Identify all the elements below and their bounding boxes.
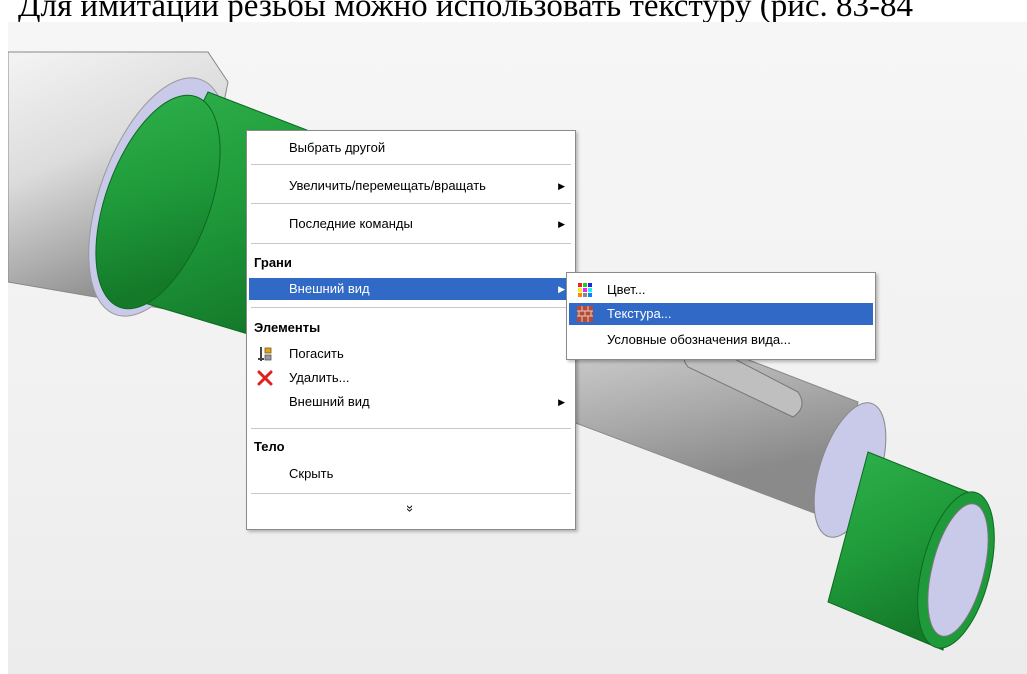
menu-separator xyxy=(251,493,571,494)
section-header-faces: Грани xyxy=(254,255,292,270)
submenu-arrow-icon: ▶ xyxy=(558,181,565,191)
menu-item-hide[interactable]: Скрыть xyxy=(249,463,573,485)
menu-item-zoom-pan-rotate[interactable]: Увеличить/перемещать/вращать ▶ xyxy=(249,175,573,197)
menu-separator xyxy=(251,243,571,244)
appearance-submenu: Цвет... Текстура... Условные обозначения… xyxy=(566,272,876,360)
submenu-item-texture[interactable]: Текстура... xyxy=(569,303,873,325)
menu-separator xyxy=(251,307,571,308)
suppress-icon xyxy=(258,347,272,361)
submenu-item-color[interactable]: Цвет... xyxy=(569,279,873,301)
submenu-arrow-icon: ▶ xyxy=(558,219,565,229)
menu-item-recent-commands[interactable]: Последние команды ▶ xyxy=(249,213,573,235)
submenu-arrow-icon: ▶ xyxy=(558,284,565,294)
section-header-body: Тело xyxy=(254,439,285,454)
menu-separator xyxy=(251,203,571,204)
menu-separator xyxy=(251,428,571,429)
menu-separator xyxy=(251,164,571,165)
menu-item-suppress[interactable]: Погасить xyxy=(249,343,573,365)
context-menu: Выбрать другой Увеличить/перемещать/вращ… xyxy=(246,130,576,530)
color-palette-icon xyxy=(578,283,592,297)
section-header-features: Элементы xyxy=(254,320,321,335)
menu-item-features-appearance[interactable]: Внешний вид ▶ xyxy=(249,391,573,413)
menu-item-faces-appearance[interactable]: Внешний вид ▶ xyxy=(249,278,573,300)
texture-brick-icon xyxy=(577,306,593,322)
delete-x-icon xyxy=(257,370,273,386)
submenu-item-view-conventions[interactable]: Условные обозначения вида... xyxy=(569,329,873,351)
menu-item-select-other[interactable]: Выбрать другой xyxy=(249,137,573,159)
submenu-arrow-icon: ▶ xyxy=(558,397,565,407)
menu-item-delete[interactable]: Удалить... xyxy=(249,367,573,389)
expand-menu-chevron-icon[interactable]: » xyxy=(247,501,575,516)
